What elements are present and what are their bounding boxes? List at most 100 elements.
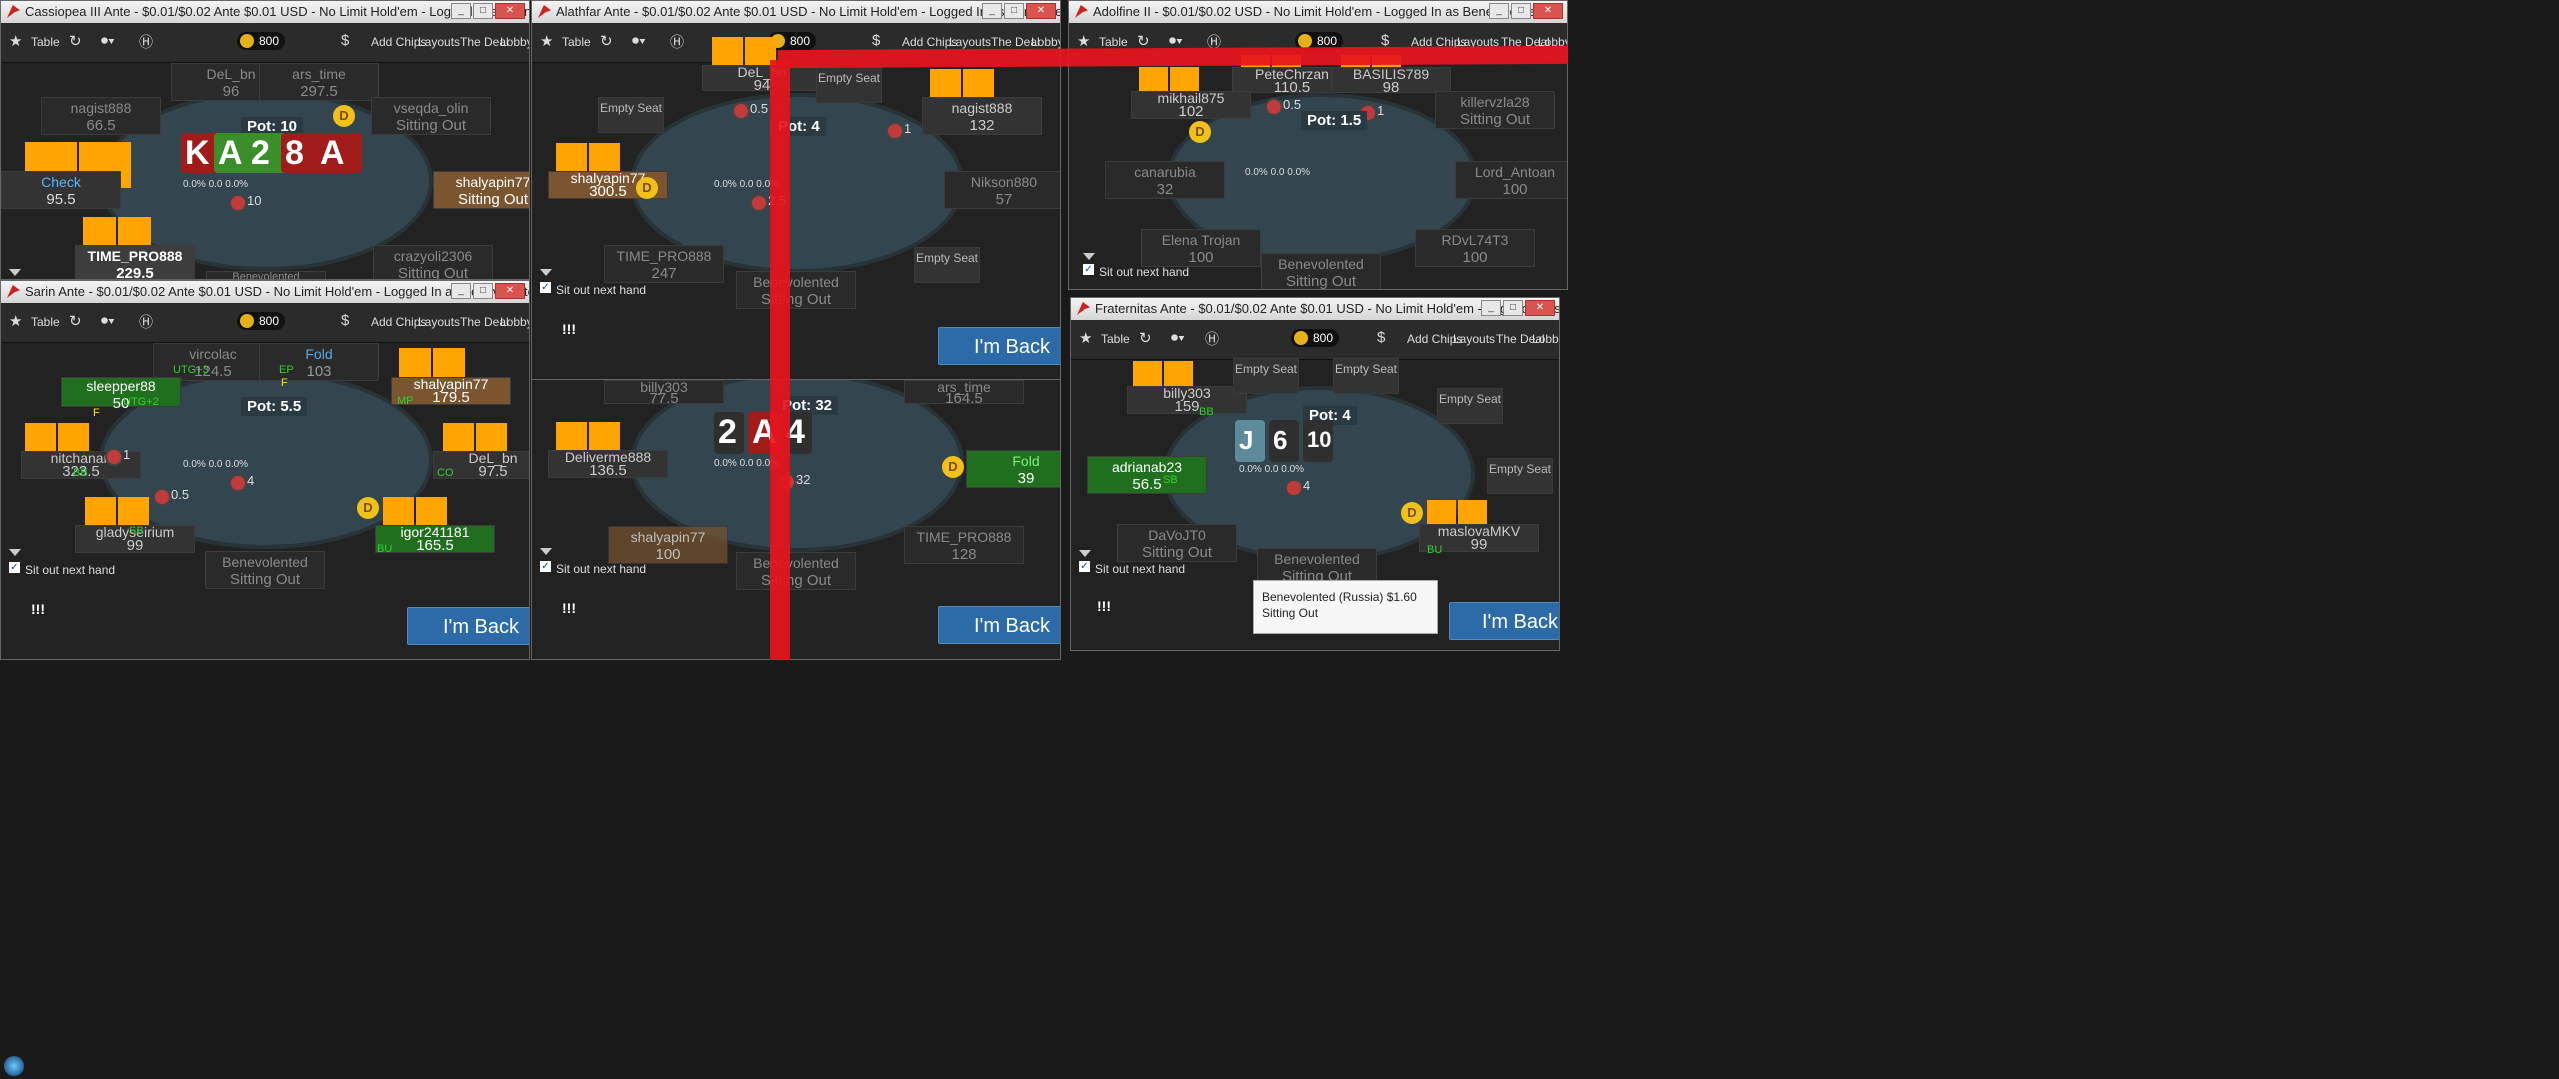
table-window-fraternitas[interactable]: Fraternitas Ante - $0.01/$0.02 Ante $0.0… [1070, 297, 1560, 651]
collapse-arrow-icon[interactable] [9, 269, 21, 276]
table-window-sarin[interactable]: Sarin Ante - $0.01/$0.02 Ante $0.01 USD … [0, 280, 530, 660]
close-button[interactable]: ✕ [1026, 3, 1056, 19]
seat-crazyoli2306[interactable]: crazyoli2306 Sitting Out [373, 245, 493, 279]
cashier-icon[interactable]: $ [341, 32, 349, 49]
seat-check[interactable]: Check 95.5 [1, 171, 121, 209]
side-menu-button[interactable]: !!! [1097, 598, 1111, 614]
empty-seat[interactable]: Empty Seat [816, 67, 882, 103]
title-bar[interactable]: Alathfar Ante - $0.01/$0.02 Ante $0.01 U… [532, 1, 1060, 23]
seat-vseqda-olin[interactable]: vseqda_olin Sitting Out [371, 97, 491, 135]
seat-mikhail875[interactable]: mikhail875 102 [1131, 91, 1251, 119]
cashier-icon[interactable]: $ [1377, 329, 1385, 346]
seat-benevolented[interactable]: Benevolented [206, 271, 326, 279]
im-back-button[interactable]: I'm Back [1449, 602, 1559, 640]
minimize-button[interactable]: _ [1481, 300, 1501, 316]
seat-time-pro888[interactable]: TIME_PRO888 247 [604, 245, 724, 283]
seat-benevolented[interactable]: Benevolented Sitting Out [736, 552, 856, 590]
hud-h-icon[interactable]: Ⓗ [670, 32, 684, 52]
layouts-menu[interactable]: Layouts [418, 35, 460, 49]
hud-h-icon[interactable]: Ⓗ [139, 32, 153, 52]
hud-h-icon[interactable]: Ⓗ [1205, 329, 1219, 349]
sit-out-next-hand-checkbox[interactable]: Sit out next hand [1083, 264, 1189, 279]
collapse-arrow-icon[interactable] [1083, 253, 1095, 260]
collapse-arrow-icon[interactable] [540, 548, 552, 555]
close-button[interactable]: ✕ [495, 283, 525, 299]
seat-davojt0[interactable]: DaVoJT0 Sitting Out [1117, 524, 1237, 562]
title-bar[interactable]: Fraternitas Ante - $0.01/$0.02 Ante $0.0… [1071, 298, 1559, 320]
title-bar[interactable]: Sarin Ante - $0.01/$0.02 Ante $0.01 USD … [1, 281, 529, 303]
lobby-button[interactable]: Lobby [500, 315, 529, 329]
maximize-button[interactable]: □ [1004, 3, 1024, 19]
star-icon[interactable]: ★ [9, 312, 22, 330]
replay-icon[interactable]: ↻ [600, 32, 613, 50]
layouts-menu[interactable]: Layouts [1453, 332, 1495, 346]
maximize-button[interactable]: □ [1511, 3, 1531, 19]
seat-time-pro888[interactable]: TIME_PRO888 128 [904, 526, 1024, 564]
empty-seat[interactable]: Empty Seat [1233, 358, 1299, 394]
seat-adrianab23[interactable]: adrianab23 56.5 [1087, 456, 1207, 494]
side-menu-button[interactable]: !!! [562, 321, 576, 337]
empty-seat[interactable]: Empty Seat [914, 247, 980, 283]
maximize-button[interactable]: □ [473, 3, 493, 19]
seat-nagist888[interactable]: nagist888 66.5 [41, 97, 161, 135]
seat-ars-time[interactable]: ars_time 164.5 [904, 380, 1024, 406]
seat-billy303[interactable]: billy303 77.5 [604, 380, 724, 406]
stop-icon[interactable]: ⏺▾ [101, 32, 115, 49]
seat-del-bn[interactable]: DeL_bn 94 [702, 65, 822, 93]
seat-canarubia[interactable]: canarubia 32 [1105, 161, 1225, 199]
star-icon[interactable]: ★ [540, 32, 553, 50]
replay-icon[interactable]: ↻ [69, 32, 82, 50]
seat-ars-time[interactable]: ars_time 297.5 [259, 63, 379, 101]
stop-icon[interactable]: ⏺▾ [101, 312, 115, 329]
lobby-button[interactable]: Lobby [500, 35, 529, 49]
table-menu[interactable]: Table [31, 35, 60, 49]
empty-seat[interactable]: Empty Seat [598, 97, 664, 133]
seat-nikson880[interactable]: Nikson880 57 [944, 171, 1060, 209]
star-icon[interactable]: ★ [9, 32, 22, 50]
side-menu-button[interactable]: !!! [562, 600, 576, 616]
sit-out-next-hand-checkbox[interactable]: Sit out next hand [9, 562, 115, 577]
sit-out-next-hand-checkbox[interactable]: Sit out next hand [1079, 561, 1185, 576]
table-menu[interactable]: Table [562, 35, 591, 49]
im-back-button[interactable]: I'm Back [938, 327, 1060, 365]
table-window-adolfine[interactable]: Adolfine II - $0.01/$0.02 USD - No Limit… [1068, 0, 1568, 290]
minimize-button[interactable]: _ [451, 283, 471, 299]
seat-elena-trojan[interactable]: Elena Trojan 100 [1141, 229, 1261, 267]
hud-h-icon[interactable]: Ⓗ [139, 312, 153, 332]
layouts-menu[interactable]: Layouts [949, 35, 991, 49]
close-button[interactable]: ✕ [1525, 300, 1555, 316]
stop-icon[interactable]: ⏺▾ [1171, 329, 1185, 346]
seat-lord-antoan[interactable]: Lord_Antoan 100 [1455, 161, 1567, 199]
cashier-icon[interactable]: $ [341, 312, 349, 329]
seat-vircolac[interactable]: vircolac 124.5 [153, 343, 273, 381]
stop-icon[interactable]: ⏺▾ [1169, 32, 1183, 49]
minimize-button[interactable]: _ [982, 3, 1002, 19]
seat-fold[interactable]: Fold 103 [259, 343, 379, 381]
replay-icon[interactable]: ↻ [69, 312, 82, 330]
seat-killervzla28[interactable]: killervzla28 Sitting Out [1435, 91, 1555, 129]
collapse-arrow-icon[interactable] [1079, 550, 1091, 557]
seat-shalyapin77[interactable]: shalyapin77 Sitting Out [433, 171, 529, 209]
minimize-button[interactable]: _ [1489, 3, 1509, 19]
seat-basilis789[interactable]: BASILIS789 98 [1331, 67, 1451, 95]
seat-benevolented[interactable]: Benevolented Sitting Out [205, 551, 325, 589]
seat-nagist888[interactable]: nagist888 132 [922, 97, 1042, 135]
collapse-arrow-icon[interactable] [9, 549, 21, 556]
close-button[interactable]: ✕ [1533, 3, 1563, 19]
seat-benevolented[interactable]: Benevolented Sitting Out [1261, 253, 1381, 289]
title-bar[interactable]: Cassiopea III Ante - $0.01/$0.02 Ante $0… [1, 1, 529, 23]
lobby-button[interactable]: Lobby [1532, 332, 1559, 346]
table-menu[interactable]: Table [1099, 35, 1128, 49]
empty-seat[interactable]: Empty Seat [1333, 358, 1399, 394]
table-menu[interactable]: Table [1101, 332, 1130, 346]
seat-sleepper88[interactable]: sleepper88 50 [61, 377, 181, 412]
seat-deliverme888[interactable]: Deliverme888 136.5 [548, 450, 668, 478]
seat-benevolented[interactable]: Benevolented Sitting Out [736, 271, 856, 309]
empty-seat[interactable]: Empty Seat [1487, 458, 1553, 494]
star-icon[interactable]: ★ [1077, 32, 1090, 50]
table-menu[interactable]: Table [31, 315, 60, 329]
windows-start-icon[interactable] [4, 1056, 24, 1076]
lobby-button[interactable]: Lobby [1031, 35, 1060, 49]
empty-seat[interactable]: Empty Seat [1437, 388, 1503, 424]
table-window-cassiopea[interactable]: Cassiopea III Ante - $0.01/$0.02 Ante $0… [0, 0, 530, 280]
